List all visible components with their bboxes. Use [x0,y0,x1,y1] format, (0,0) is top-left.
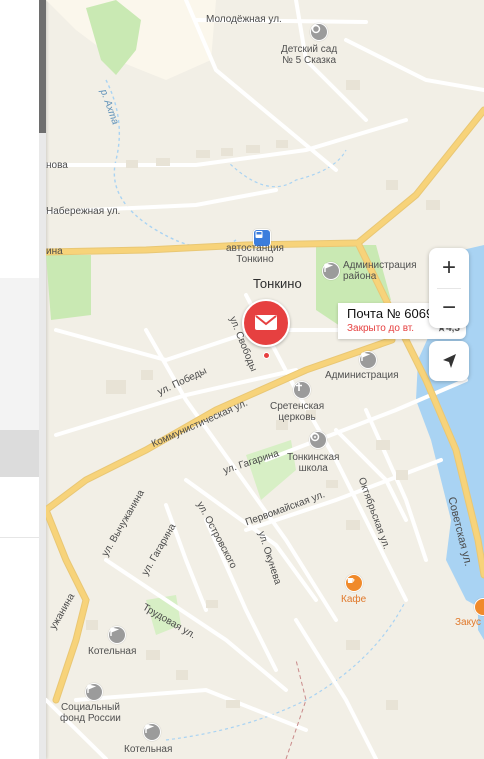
church-label[interactable]: Сретенская церковь [270,401,324,423]
zoom-in-button[interactable]: + [429,248,469,288]
street-label-molodezhnaya: Молодёжная ул. [206,14,282,25]
street-label-nova: нова [46,160,68,171]
school-icon[interactable] [309,431,327,449]
scrollbar-track[interactable] [39,133,46,759]
pin-location-dot [263,352,270,359]
scrollbar-thumb[interactable] [39,0,46,133]
side-panel [0,0,46,759]
locate-me-button[interactable] [429,341,469,381]
kindergarten-icon[interactable] [310,23,328,41]
shop-label[interactable]: Закус [455,617,481,628]
post-office-pin[interactable] [242,299,290,347]
social-fund-label[interactable]: Социальный фонд России [60,702,121,724]
mail-icon [255,315,277,330]
cafe-label[interactable]: Кафе [341,594,366,605]
boiler-1-label[interactable]: Котельная [88,646,136,657]
kindergarten-label[interactable]: Детский сад № 5 Сказка [281,44,337,66]
boiler-2-label[interactable]: Котельная [124,744,172,755]
boiler-2-icon[interactable] [143,723,161,741]
bus-station-label[interactable]: автостанция Тонкино [226,243,284,265]
street-label-naberezhnaya: Набережная ул. [46,206,121,217]
admin-icon[interactable] [359,351,377,369]
cafe-icon[interactable] [345,574,363,592]
zoom-out-button[interactable]: − [429,288,469,328]
location-arrow-icon [443,354,456,368]
village-name: Тонкино [253,276,302,291]
district-admin-label[interactable]: Администрация района [343,260,417,282]
social-fund-icon[interactable] [85,683,103,701]
church-icon[interactable] [293,381,311,399]
zoom-control: + − [429,248,469,328]
map-canvas[interactable]: Молодёжная ул. нова Набережная ул. ина р… [46,0,484,759]
district-admin-icon[interactable] [322,262,340,280]
boiler-1-icon[interactable] [108,626,126,644]
street-label-ina: ина [46,246,63,257]
admin-label[interactable]: Администрация [325,370,399,381]
place-status: Закрыто до вт. [347,323,415,334]
school-label[interactable]: Тонкинская школа [287,452,339,474]
